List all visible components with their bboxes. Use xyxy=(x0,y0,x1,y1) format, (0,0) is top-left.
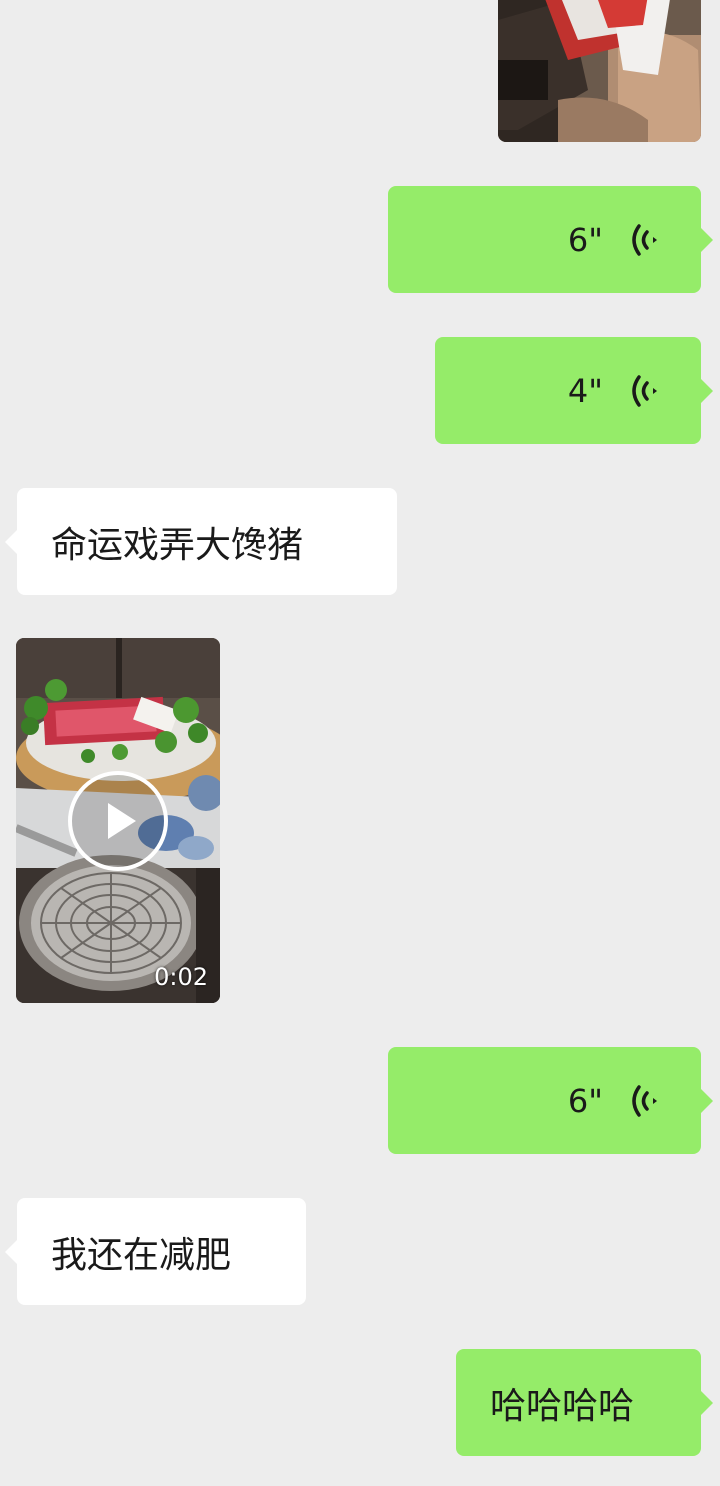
video-duration: 0:02 xyxy=(154,963,208,991)
voice-wave-icon xyxy=(632,223,657,256)
video-message[interactable]: 0:02 xyxy=(16,638,220,1003)
text-message[interactable]: 命运戏弄大馋猪 xyxy=(5,488,397,595)
image-message[interactable] xyxy=(498,0,701,142)
voice-duration: 6" xyxy=(567,1081,603,1120)
voice-wave-icon xyxy=(632,374,657,407)
voice-message[interactable]: 6" xyxy=(388,186,713,293)
voice-duration: 6" xyxy=(567,220,603,259)
voice-message[interactable]: 6" xyxy=(388,1047,713,1154)
photo-thumbnail xyxy=(498,0,701,142)
message-text: 哈哈哈哈 xyxy=(490,1385,635,1427)
text-message[interactable]: 我还在减肥 xyxy=(5,1198,306,1305)
text-message[interactable]: 哈哈哈哈 xyxy=(456,1349,713,1456)
voice-duration: 4" xyxy=(567,371,603,410)
voice-message[interactable]: 4" xyxy=(435,337,713,444)
message-text: 我还在减肥 xyxy=(51,1234,232,1276)
message-text: 命运戏弄大馋猪 xyxy=(51,524,304,566)
voice-wave-icon xyxy=(632,1084,657,1117)
play-icon[interactable] xyxy=(66,769,170,873)
chat-history[interactable]: 6" 4" 命运戏弄大馋猪 0:02 6" 我还在减肥 哈哈哈哈 xyxy=(0,0,720,1486)
